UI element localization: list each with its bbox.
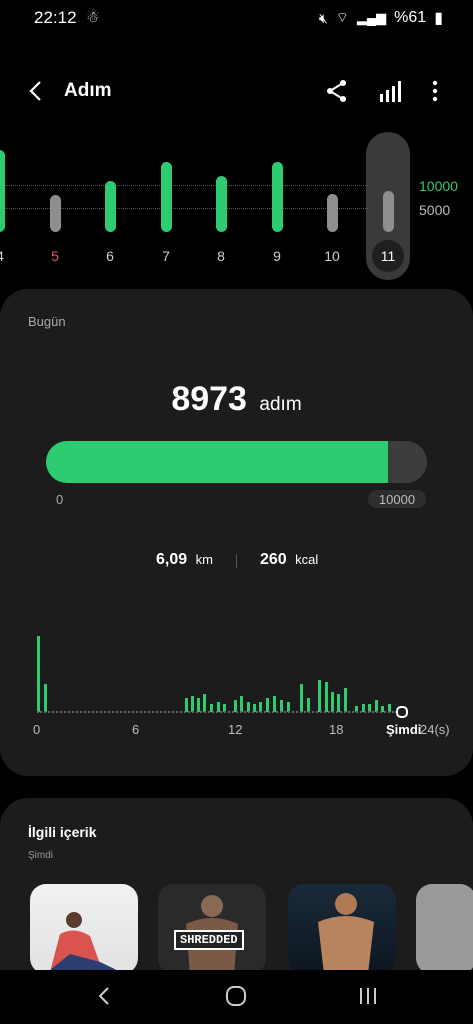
share-icon <box>327 80 346 102</box>
recents-icon <box>360 988 376 1004</box>
progress-goal-label: 10000 <box>368 490 426 508</box>
related-thumbnail-abs[interactable] <box>288 884 396 974</box>
day-label: 5 <box>51 248 59 264</box>
hour-bar <box>37 636 40 712</box>
chevron-left-icon <box>98 987 109 1005</box>
trends-button[interactable] <box>378 78 404 104</box>
notification-icon: ☃ <box>86 9 100 26</box>
hour-bar <box>318 680 321 712</box>
goal-label-10000: 10000 <box>419 178 458 194</box>
status-bar: 22:12 ☃ 🔇︎ ⌔ ▂▄▆ %61 ▮ <box>0 0 473 36</box>
hour-tick-label: 6 <box>132 722 140 737</box>
hour-bar <box>307 698 310 712</box>
day-bar-5[interactable] <box>50 195 61 232</box>
hour-tick-label: 18 <box>329 722 344 737</box>
chevron-left-icon <box>29 81 41 101</box>
hour-tick-label-now: Şimdi <box>386 722 422 737</box>
hour-tick-label: 24(s) <box>420 722 450 737</box>
share-button[interactable] <box>324 78 350 104</box>
selected-day-label[interactable]: 11 <box>372 240 404 272</box>
hour-bar <box>191 696 194 712</box>
athlete-torso-image <box>318 893 374 974</box>
goal-label-5000: 5000 <box>419 202 451 218</box>
system-nav-bar <box>0 970 473 1024</box>
day-bar-8[interactable] <box>216 176 227 232</box>
related-subtitle: Şimdi <box>28 850 54 861</box>
calories-unit: kcal <box>295 552 319 567</box>
wifi-icon: ⌔ <box>335 9 349 25</box>
status-icons: 🔇︎ ⌔ ▂▄▆ %61 ▮ <box>319 8 443 28</box>
related-thumbnail-shredded[interactable]: SHREDDED <box>158 884 266 974</box>
day-label: 9 <box>273 248 281 264</box>
battery-icon: ▮ <box>434 10 443 27</box>
more-options-button[interactable] <box>424 78 446 104</box>
yoga-figure-image <box>45 912 125 974</box>
related-thumbnail-partial[interactable] <box>416 884 473 974</box>
hour-tick-label: 12 <box>228 722 243 737</box>
day-bar-7[interactable] <box>161 162 172 232</box>
signal-icon: ▂▄▆ <box>356 10 387 25</box>
calories-value: 260 <box>260 551 287 568</box>
hour-bar <box>325 682 328 712</box>
hour-bar <box>44 684 47 712</box>
step-count-value: 8973 <box>171 380 247 418</box>
hour-bar <box>197 698 200 712</box>
stat-divider <box>236 554 237 568</box>
hour-bar <box>337 694 340 712</box>
nav-recents-button[interactable] <box>356 984 380 1008</box>
related-thumbnail-yoga[interactable] <box>30 884 138 974</box>
hour-bar <box>331 692 334 712</box>
step-count-unit: adım <box>259 394 302 415</box>
hour-bar <box>344 688 347 712</box>
nav-back-button[interactable] <box>94 984 116 1008</box>
calories-stat: 260 kcal <box>260 551 318 569</box>
day-bar-4[interactable] <box>0 150 5 232</box>
distance-stat: 6,09 km <box>156 551 213 569</box>
hour-bar <box>185 698 188 712</box>
athlete-image <box>186 895 238 974</box>
shredded-label: SHREDDED <box>174 930 244 950</box>
hourly-chart <box>0 620 473 712</box>
distance-value: 6,09 <box>156 551 188 568</box>
step-count: 8973 adım <box>0 380 473 419</box>
bar-chart-icon <box>380 81 401 102</box>
goal-line-10000 <box>0 185 370 186</box>
day-label: 7 <box>162 248 170 264</box>
hour-tick-label: 0 <box>33 722 41 737</box>
distance-unit: km <box>195 552 213 567</box>
related-title: İlgili içerik <box>28 824 97 840</box>
day-label: 8 <box>217 248 225 264</box>
nav-home-button[interactable] <box>224 984 248 1008</box>
page-title: Adım <box>64 80 112 101</box>
home-icon <box>226 986 246 1006</box>
today-label: Bugün <box>28 314 66 329</box>
hourly-baseline <box>37 711 397 713</box>
now-marker <box>396 706 408 718</box>
status-time: 22:12 <box>34 8 77 27</box>
hour-bar <box>300 684 303 712</box>
step-progress-fill <box>46 441 388 483</box>
day-bar-6[interactable] <box>105 181 116 232</box>
hour-bar <box>203 694 206 712</box>
progress-min-label: 0 <box>56 492 64 507</box>
hour-bar <box>266 698 269 712</box>
hour-bar <box>273 696 276 712</box>
day-label: 6 <box>106 248 114 264</box>
day-bar-9[interactable] <box>272 162 283 232</box>
day-label: 10 <box>324 248 340 264</box>
back-button[interactable] <box>24 78 50 104</box>
day-bar-10[interactable] <box>327 194 338 232</box>
mute-icon: 🔇︎ <box>318 9 328 26</box>
more-vertical-icon <box>432 80 438 102</box>
day-label: 4 <box>0 248 4 264</box>
hour-bar <box>240 696 243 712</box>
day-bar-11[interactable] <box>383 191 394 232</box>
battery-text: %61 <box>394 9 427 26</box>
